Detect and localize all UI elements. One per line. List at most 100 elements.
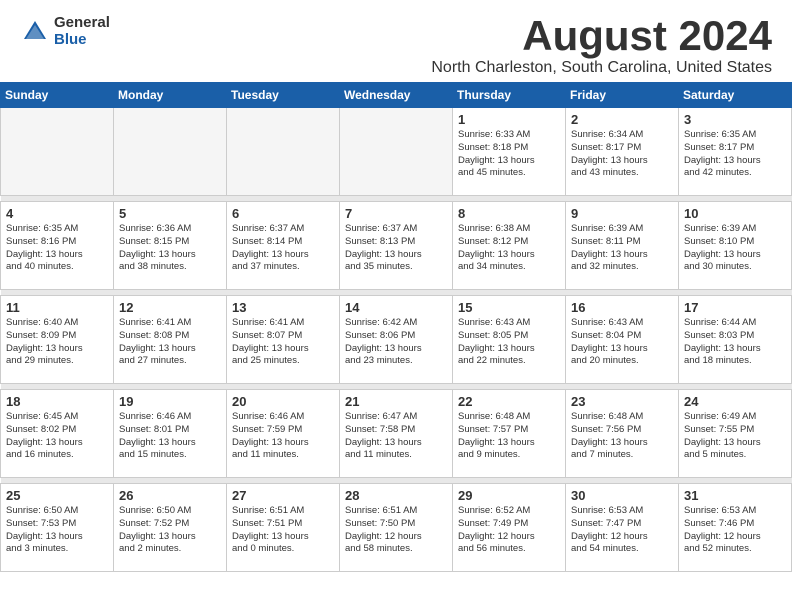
day-number: 30 [571, 488, 673, 503]
calendar-cell-w2-d5: 9 Sunrise: 6:39 AM Sunset: 8:11 PM Daylig… [566, 202, 679, 290]
day-info: Sunrise: 6:43 AM Sunset: 8:05 PM Dayligh… [458, 317, 560, 368]
day-number: 23 [571, 394, 673, 409]
calendar-cell-w4-d5: 23 Sunrise: 6:48 AM Sunset: 7:56 PM Dayli… [566, 390, 679, 478]
day-number: 1 [458, 112, 560, 127]
day-info: Sunrise: 6:47 AM Sunset: 7:58 PM Dayligh… [345, 411, 447, 462]
header-saturday: Saturday [679, 83, 792, 108]
day-info: Sunrise: 6:41 AM Sunset: 8:07 PM Dayligh… [232, 317, 334, 368]
day-info: Sunrise: 6:37 AM Sunset: 8:13 PM Dayligh… [345, 223, 447, 274]
calendar-cell-w5-d5: 30 Sunrise: 6:53 AM Sunset: 7:47 PM Dayli… [566, 484, 679, 572]
calendar-cell-w3-d6: 17Sunrise: 6:44 AM Sunset: 8:03 PM Dayli… [679, 296, 792, 384]
day-info: Sunrise: 6:40 AM Sunset: 8:09 PM Dayligh… [6, 317, 108, 368]
header-tuesday: Tuesday [227, 83, 340, 108]
day-number: 25 [6, 488, 108, 503]
day-number: 27 [232, 488, 334, 503]
day-number: 8 [458, 206, 560, 221]
header-thursday: Thursday [453, 83, 566, 108]
week-row-5: 25 Sunrise: 6:50 AM Sunset: 7:53 PM Dayli… [1, 484, 792, 572]
day-info: Sunrise: 6:36 AM Sunset: 8:15 PM Dayligh… [119, 223, 221, 274]
day-info: Sunrise: 6:53 AM Sunset: 7:47 PM Dayligh… [571, 505, 673, 556]
calendar-cell-w2-d4: 8 Sunrise: 6:38 AM Sunset: 8:12 PM Daylig… [453, 202, 566, 290]
calendar-cell-w2-d0: 4 Sunrise: 6:35 AM Sunset: 8:16 PM Daylig… [1, 202, 114, 290]
calendar-cell-w5-d6: 31Sunrise: 6:53 AM Sunset: 7:46 PM Dayli… [679, 484, 792, 572]
day-number: 2 [571, 112, 673, 127]
day-number: 12 [119, 300, 221, 315]
week-row-3: 11 Sunrise: 6:40 AM Sunset: 8:09 PM Dayli… [1, 296, 792, 384]
calendar-cell-w4-d1: 19 Sunrise: 6:46 AM Sunset: 8:01 PM Dayli… [114, 390, 227, 478]
week-row-4: 18 Sunrise: 6:45 AM Sunset: 8:02 PM Dayli… [1, 390, 792, 478]
week-row-1: 1 Sunrise: 6:33 AM Sunset: 8:18 PM Daylig… [1, 108, 792, 196]
day-number: 16 [571, 300, 673, 315]
calendar-cell-w5-d2: 27Sunrise: 6:51 AM Sunset: 7:51 PM Dayli… [227, 484, 340, 572]
calendar-cell-w1-d1 [114, 108, 227, 196]
title-section: August 2024 North Charleston, South Caro… [431, 15, 772, 77]
day-info: Sunrise: 6:48 AM Sunset: 7:57 PM Dayligh… [458, 411, 560, 462]
day-number: 10 [684, 206, 786, 221]
day-number: 5 [119, 206, 221, 221]
day-info: Sunrise: 6:43 AM Sunset: 8:04 PM Dayligh… [571, 317, 673, 368]
day-info: Sunrise: 6:52 AM Sunset: 7:49 PM Dayligh… [458, 505, 560, 556]
day-number: 19 [119, 394, 221, 409]
calendar-cell-w4-d6: 24Sunrise: 6:49 AM Sunset: 7:55 PM Dayli… [679, 390, 792, 478]
calendar-cell-w5-d0: 25 Sunrise: 6:50 AM Sunset: 7:53 PM Dayli… [1, 484, 114, 572]
day-info: Sunrise: 6:53 AM Sunset: 7:46 PM Dayligh… [684, 505, 786, 556]
day-info: Sunrise: 6:38 AM Sunset: 8:12 PM Dayligh… [458, 223, 560, 274]
day-number: 29 [458, 488, 560, 503]
day-number: 18 [6, 394, 108, 409]
location-title: North Charleston, South Carolina, United… [431, 59, 772, 77]
day-info: Sunrise: 6:48 AM Sunset: 7:56 PM Dayligh… [571, 411, 673, 462]
week-row-2: 4 Sunrise: 6:35 AM Sunset: 8:16 PM Daylig… [1, 202, 792, 290]
calendar-cell-w4-d3: 21Sunrise: 6:47 AM Sunset: 7:58 PM Dayli… [340, 390, 453, 478]
calendar-cell-w1-d0 [1, 108, 114, 196]
day-info: Sunrise: 6:45 AM Sunset: 8:02 PM Dayligh… [6, 411, 108, 462]
day-info: Sunrise: 6:44 AM Sunset: 8:03 PM Dayligh… [684, 317, 786, 368]
day-info: Sunrise: 6:46 AM Sunset: 8:01 PM Dayligh… [119, 411, 221, 462]
day-info: Sunrise: 6:35 AM Sunset: 8:17 PM Dayligh… [684, 129, 786, 180]
calendar-cell-w3-d5: 16 Sunrise: 6:43 AM Sunset: 8:04 PM Dayli… [566, 296, 679, 384]
calendar-cell-w1-d3 [340, 108, 453, 196]
day-info: Sunrise: 6:35 AM Sunset: 8:16 PM Dayligh… [6, 223, 108, 274]
calendar-cell-w1-d2 [227, 108, 340, 196]
month-title: August 2024 [431, 15, 772, 57]
day-info: Sunrise: 6:42 AM Sunset: 8:06 PM Dayligh… [345, 317, 447, 368]
header-friday: Friday [566, 83, 679, 108]
day-info: Sunrise: 6:39 AM Sunset: 8:11 PM Dayligh… [571, 223, 673, 274]
calendar-cell-w4-d4: 22Sunrise: 6:48 AM Sunset: 7:57 PM Dayli… [453, 390, 566, 478]
logo-blue-text: Blue [54, 32, 110, 49]
header-wednesday: Wednesday [340, 83, 453, 108]
calendar-cell-w3-d0: 11 Sunrise: 6:40 AM Sunset: 8:09 PM Dayli… [1, 296, 114, 384]
day-number: 13 [232, 300, 334, 315]
day-number: 9 [571, 206, 673, 221]
day-number: 11 [6, 300, 108, 315]
logo-text: General Blue [54, 15, 110, 48]
day-number: 26 [119, 488, 221, 503]
day-info: Sunrise: 6:33 AM Sunset: 8:18 PM Dayligh… [458, 129, 560, 180]
day-number: 24 [684, 394, 786, 409]
day-number: 14 [345, 300, 447, 315]
logo-general-text: General [54, 15, 110, 32]
day-info: Sunrise: 6:50 AM Sunset: 7:52 PM Dayligh… [119, 505, 221, 556]
header-monday: Monday [114, 83, 227, 108]
day-info: Sunrise: 6:50 AM Sunset: 7:53 PM Dayligh… [6, 505, 108, 556]
weekday-header-row: Sunday Monday Tuesday Wednesday Thursday… [1, 83, 792, 108]
calendar-cell-w3-d1: 12Sunrise: 6:41 AM Sunset: 8:08 PM Dayli… [114, 296, 227, 384]
day-info: Sunrise: 6:46 AM Sunset: 7:59 PM Dayligh… [232, 411, 334, 462]
calendar-cell-w2-d1: 5 Sunrise: 6:36 AM Sunset: 8:15 PM Daylig… [114, 202, 227, 290]
calendar-cell-w5-d3: 28Sunrise: 6:51 AM Sunset: 7:50 PM Dayli… [340, 484, 453, 572]
calendar-cell-w4-d0: 18 Sunrise: 6:45 AM Sunset: 8:02 PM Dayli… [1, 390, 114, 478]
calendar-cell-w5-d1: 26 Sunrise: 6:50 AM Sunset: 7:52 PM Dayli… [114, 484, 227, 572]
calendar-cell-w2-d2: 6Sunrise: 6:37 AM Sunset: 8:14 PM Daylig… [227, 202, 340, 290]
day-number: 6 [232, 206, 334, 221]
day-info: Sunrise: 6:51 AM Sunset: 7:50 PM Dayligh… [345, 505, 447, 556]
calendar-cell-w1-d6: 3Sunrise: 6:35 AM Sunset: 8:17 PM Daylig… [679, 108, 792, 196]
calendar-cell-w1-d4: 1 Sunrise: 6:33 AM Sunset: 8:18 PM Daylig… [453, 108, 566, 196]
logo: General Blue [20, 15, 110, 48]
day-number: 7 [345, 206, 447, 221]
calendar-table: Sunday Monday Tuesday Wednesday Thursday… [0, 82, 792, 572]
logo-icon [20, 17, 50, 47]
calendar-cell-w3-d4: 15Sunrise: 6:43 AM Sunset: 8:05 PM Dayli… [453, 296, 566, 384]
calendar-cell-w5-d4: 29 Sunrise: 6:52 AM Sunset: 7:49 PM Dayli… [453, 484, 566, 572]
calendar-cell-w3-d2: 13 Sunrise: 6:41 AM Sunset: 8:07 PM Dayli… [227, 296, 340, 384]
day-number: 4 [6, 206, 108, 221]
day-number: 20 [232, 394, 334, 409]
